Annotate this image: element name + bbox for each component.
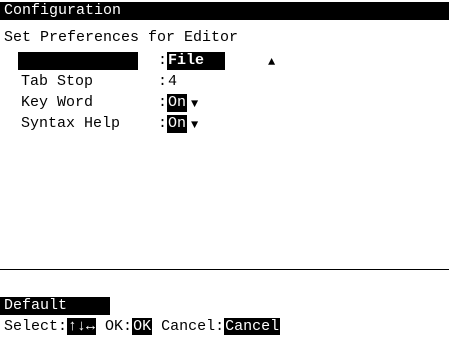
status-mode: Default: [0, 297, 110, 315]
setting-value-edit[interactable]: File: [167, 52, 225, 70]
setting-value-key-word[interactable]: On: [167, 94, 188, 112]
setting-value-syntax-help[interactable]: On: [167, 115, 188, 133]
up-arrow-icon: ▲: [268, 55, 276, 69]
setting-label-syntax-help[interactable]: Syntax Help: [21, 115, 120, 133]
colon-separator: :: [158, 52, 168, 69]
setting-label-tab-stop[interactable]: Tab Stop: [21, 73, 93, 91]
down-arrow-icon[interactable]: ▼: [191, 116, 198, 134]
divider: [0, 269, 449, 270]
colon-separator: :: [158, 73, 168, 90]
ok-button[interactable]: OK: [132, 318, 153, 335]
setting-label-key-word[interactable]: Key Word: [21, 94, 93, 112]
footer-hints: Select:↑↓↔ OK:OK Cancel:Cancel: [4, 318, 281, 336]
colon-separator: :: [158, 115, 168, 132]
arrow-keys-icon[interactable]: ↑↓↔: [67, 318, 97, 335]
select-label: Select:: [4, 318, 68, 335]
cancel-label: Cancel:: [161, 318, 225, 335]
window-title: Configuration: [0, 2, 449, 20]
setting-value-tab-stop[interactable]: 4: [167, 73, 178, 91]
setting-row-edit[interactable]: Edit: [18, 52, 138, 87]
page-subtitle: Set Preferences for Editor: [4, 29, 239, 46]
down-arrow-icon[interactable]: ▼: [191, 95, 198, 113]
colon-separator: :: [158, 94, 168, 111]
ok-label: OK:: [105, 318, 133, 335]
cancel-button[interactable]: Cancel: [224, 318, 281, 335]
